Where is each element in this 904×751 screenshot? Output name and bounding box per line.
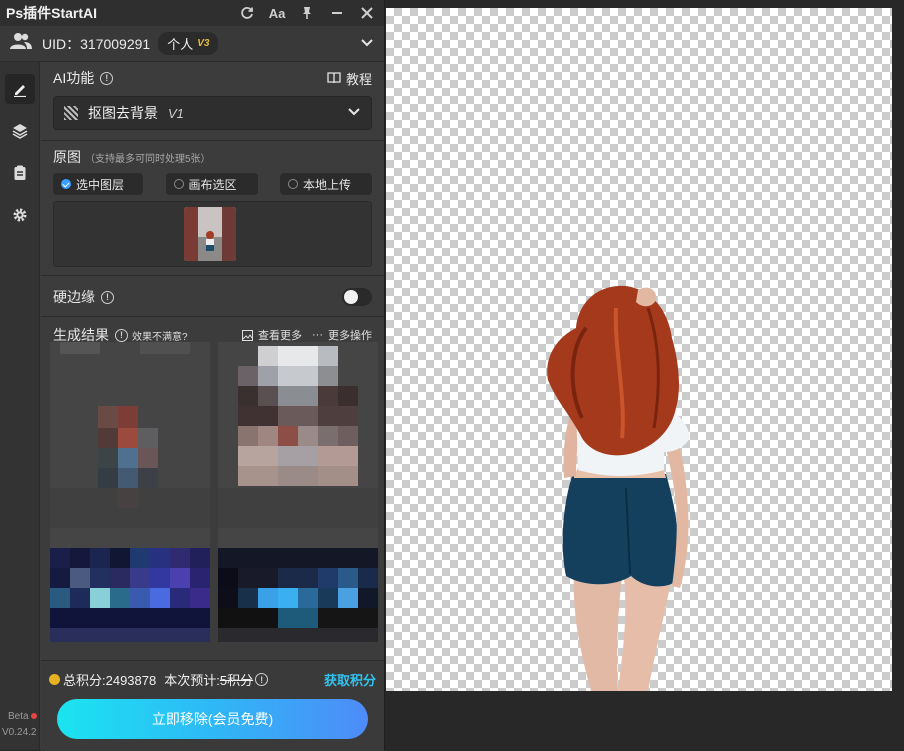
option-label: 选中图层	[76, 177, 125, 192]
view-more-link[interactable]: 查看更多	[242, 327, 302, 343]
nav-layers[interactable]	[5, 116, 35, 146]
source-image-area	[53, 201, 372, 267]
option-label: 本地上传	[303, 177, 352, 192]
side-nav	[0, 62, 40, 750]
beta-label: Beta	[8, 711, 29, 722]
feedback-link[interactable]: 效果不满意?	[132, 328, 188, 343]
more-dots-icon: ···	[312, 329, 323, 341]
view-more-label: 查看更多	[258, 330, 302, 342]
footer: 总积分:2493878 本次预计: 5积分 ! 获取积分 立即移除(会员免费)	[41, 660, 384, 751]
source-header: 原图 （支持最多可同时处理5张）	[41, 141, 384, 167]
option-selected-layer[interactable]: 选中图层	[53, 173, 143, 195]
source-thumbnail[interactable]	[184, 207, 236, 261]
info-icon[interactable]: !	[101, 290, 114, 304]
radio-icon	[173, 179, 184, 189]
get-points-link[interactable]: 获取积分	[324, 670, 376, 689]
book-icon	[327, 72, 341, 84]
estimate-value: 5积分	[219, 673, 254, 688]
coin-icon	[49, 674, 60, 685]
user-id: UID：317009291	[42, 35, 151, 52]
result-image-2[interactable]	[218, 342, 378, 642]
results-grid	[50, 342, 378, 642]
more-actions-label: 更多操作	[328, 330, 372, 342]
option-canvas-selection[interactable]: 画布选区	[165, 173, 258, 195]
gallery-icon	[242, 329, 253, 341]
user-bar[interactable]: UID：317009291 个人 V3	[0, 26, 384, 62]
more-actions-link[interactable]: ··· 更多操作	[312, 327, 372, 343]
tier-label: 个人	[167, 37, 194, 52]
info-icon[interactable]: !	[100, 71, 114, 85]
info-icon[interactable]: !	[115, 328, 128, 342]
hard-edge-label: 硬边缘	[53, 289, 95, 305]
option-local-upload[interactable]: 本地上传	[280, 173, 372, 195]
cutout-subject	[547, 285, 690, 691]
hard-edge-toggle[interactable]	[342, 288, 372, 306]
photoshop-canvas[interactable]	[386, 8, 892, 691]
gear-icon	[13, 208, 26, 222]
close-icon[interactable]	[356, 2, 378, 24]
version-label: V0.24.2	[2, 727, 37, 738]
source-note: （支持最多可同时处理5张）	[85, 154, 211, 165]
ai-feature-header: AI功能 ! 教程	[41, 62, 384, 94]
checked-radio-icon	[61, 179, 71, 189]
remove-now-button[interactable]: 立即移除(会员免费)	[57, 699, 368, 739]
info-icon[interactable]: !	[255, 673, 269, 686]
feature-icon	[64, 106, 78, 120]
estimate-label: 本次预计:	[164, 673, 220, 688]
divider	[41, 316, 384, 317]
user-group-icon	[10, 32, 32, 55]
plugin-panel: Ps插件StartAI Aa UID：317009291 个人 V3 Beta …	[0, 0, 385, 751]
nav-clipboard[interactable]	[5, 158, 35, 188]
notification-dot	[31, 713, 37, 719]
toggle-knob	[344, 290, 358, 304]
divider	[41, 275, 384, 276]
refresh-icon[interactable]	[236, 2, 258, 24]
feature-select[interactable]: 抠图去背景 V1	[53, 96, 372, 130]
layers-icon	[12, 124, 27, 139]
tier-level: V3	[197, 38, 210, 49]
app-title: Ps插件StartAI	[6, 5, 98, 21]
source-options: 选中图层 画布选区 本地上传	[41, 167, 384, 195]
source-label: 原图	[53, 149, 81, 165]
chevron-down-icon	[347, 104, 361, 122]
pin-icon[interactable]	[296, 2, 318, 24]
feature-version: V1	[168, 105, 184, 121]
minimize-icon[interactable]	[326, 2, 348, 24]
main-content: AI功能 ! 教程 抠图去背景 V1 原图 （支持最多可同时处理5张） 选中图层	[41, 62, 384, 642]
feature-name: 抠图去背景	[88, 105, 158, 121]
nav-edit[interactable]	[4, 74, 35, 104]
tier-badge: 个人 V3	[158, 32, 219, 55]
chevron-down-icon[interactable]	[360, 35, 374, 53]
ai-feature-label: AI功能	[53, 70, 95, 86]
hard-edge-row: 硬边缘 !	[41, 282, 384, 312]
result-image-1[interactable]	[50, 342, 210, 642]
option-label: 画布选区	[188, 177, 237, 192]
radio-icon	[288, 179, 298, 189]
edit-icon	[13, 85, 26, 97]
points-row: 总积分:2493878 本次预计: 5积分 ! 获取积分	[41, 661, 384, 689]
tutorial-link[interactable]: 教程	[327, 69, 372, 88]
tutorial-label: 教程	[345, 71, 372, 87]
total-points: 总积分:2493878	[63, 673, 157, 688]
title-bar: Ps插件StartAI Aa	[0, 0, 384, 26]
clipboard-icon	[14, 165, 25, 180]
font-size-button[interactable]: Aa	[266, 2, 288, 24]
nav-settings[interactable]	[5, 200, 35, 230]
